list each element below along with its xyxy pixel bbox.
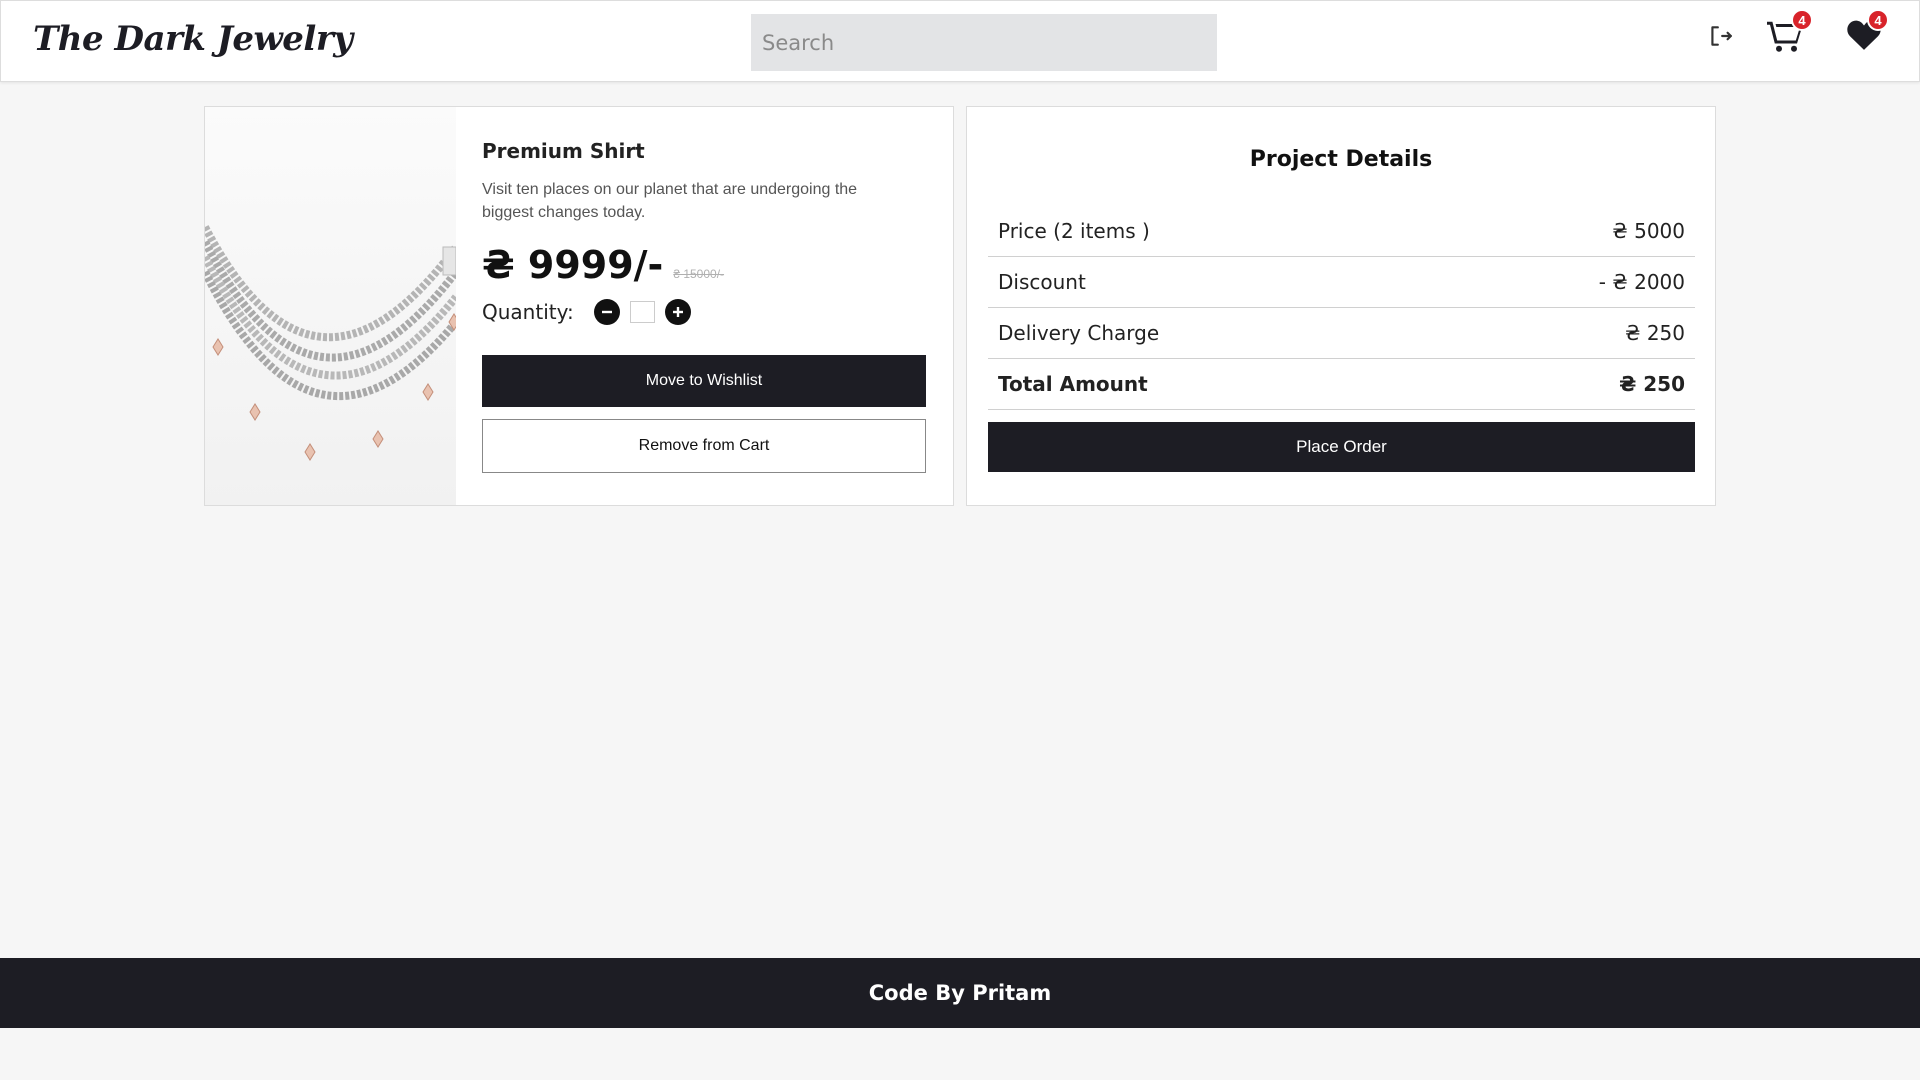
quantity-input[interactable] [629,301,655,323]
increase-quantity-button[interactable] [664,299,691,325]
quantity-stepper: Quantity: [482,299,691,325]
quantity-label: Quantity: [482,300,574,324]
product-price: ₴ 9999/- [482,243,664,287]
detail-label: Total Amount [998,372,1148,396]
decrease-quantity-button[interactable] [593,299,620,325]
place-order-button[interactable]: Place Order [988,422,1695,472]
price-row: ₴ 9999/- ₴ 15000/- [482,243,724,287]
detail-value: - ₴ 2000 [1598,270,1685,294]
move-to-wishlist-button[interactable]: Move to Wishlist [482,355,926,407]
details-title: Project Details [1249,147,1433,172]
logout-icon[interactable] [1707,23,1733,54]
price-row-summary: Price (2 items ) ₴ 5000 [988,206,1695,257]
detail-value: ₴ 5000 [1612,219,1685,243]
product-description: Visit ten places on our planet that are … [482,181,858,221]
delivery-charge-row: Delivery Charge ₴ 250 [988,308,1695,359]
cart-count-badge: 4 [1791,9,1813,31]
wishlist-count-badge: 4 [1867,9,1889,31]
footer-credit: Code By Pritam [868,981,1052,1005]
remove-from-cart-button[interactable]: Remove from Cart [482,419,926,473]
footer: Code By Pritam [0,958,1920,1028]
order-details-card: Project Details Price (2 items ) ₴ 5000 … [966,106,1716,506]
product-image[interactable] [205,107,456,505]
detail-label: Discount [998,270,1086,294]
header-bar: The Dark Jewelry 4 4 [0,0,1920,82]
detail-label: Delivery Charge [998,321,1160,345]
discount-row: Discount - ₴ 2000 [988,257,1695,308]
detail-value: ₴ 250 [1624,321,1685,345]
product-title: Premium Shirt [482,139,645,163]
plus-icon [672,307,683,317]
total-amount-row: Total Amount ₴ 250 [988,359,1695,410]
site-logo[interactable]: The Dark Jewelry [33,19,353,59]
search-input[interactable] [751,14,1217,71]
original-price: ₴ 15000/- [673,267,725,281]
minus-icon [601,310,612,314]
detail-value: ₴ 250 [1619,372,1685,396]
detail-label: Price (2 items ) [998,219,1150,243]
cart-item-card: Premium Shirt Visit ten places on our pl… [204,106,954,506]
